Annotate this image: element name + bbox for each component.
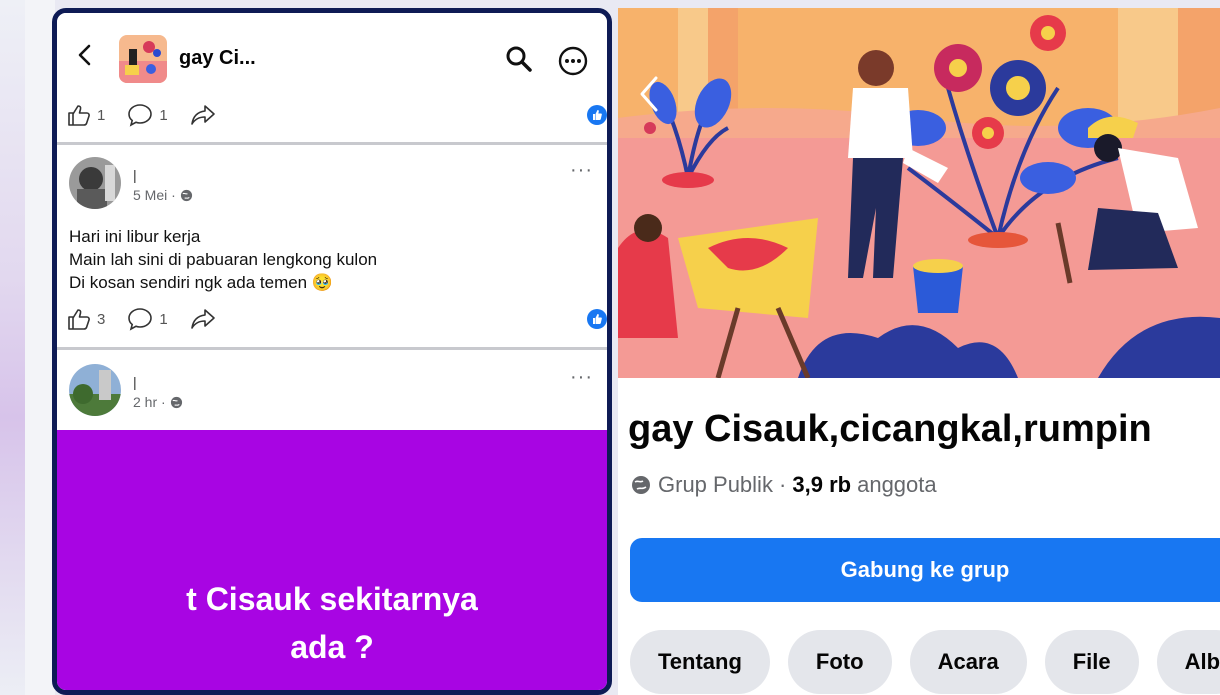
members-count: 3,9 rb	[792, 472, 852, 497]
share-icon	[190, 105, 215, 125]
group-header: gay Ci...	[57, 13, 607, 93]
right-group-panel: gay Cisauk,cicangkal,rumpin Grup Publik …	[618, 8, 1220, 695]
avatar[interactable]	[69, 157, 121, 209]
group-title: gay Ci...	[179, 47, 256, 69]
comment-count: 1	[159, 106, 168, 124]
post-meta: 2 hr ·	[133, 394, 183, 410]
search-icon[interactable]	[505, 45, 533, 73]
like-reaction-icon	[587, 105, 607, 125]
post-1-action-row: 3 1	[67, 301, 607, 337]
post-more-icon[interactable]: ···	[570, 366, 593, 389]
group-thumbnail[interactable]	[119, 35, 167, 83]
purple-text-post[interactable]: t Cisauk sekitarnya ada ?	[57, 430, 607, 690]
share-button[interactable]	[190, 308, 222, 330]
share-icon	[190, 309, 215, 329]
more-options-icon[interactable]	[557, 45, 589, 77]
globe-icon	[170, 396, 182, 408]
like-reaction-icon	[587, 309, 607, 329]
post-more-icon[interactable]: ···	[570, 159, 593, 182]
purple-line-2: ada ?	[290, 629, 374, 665]
comment-icon	[128, 308, 153, 331]
globe-icon	[180, 189, 192, 201]
author-name[interactable]: |	[133, 374, 137, 390]
post-text: Hari ini libur kerja Main lah sini di pa…	[69, 225, 377, 294]
thumbs-up-icon	[68, 309, 90, 330]
thumbs-up-icon	[68, 105, 90, 126]
like-button[interactable]: 1	[67, 104, 105, 126]
avatar[interactable]	[69, 364, 121, 416]
post-2: | 2 hr · ···	[57, 350, 607, 430]
like-count: 1	[97, 106, 106, 124]
cover-illustration	[618, 8, 1220, 378]
tab-albums[interactable]: Alb	[1156, 630, 1220, 694]
tab-about[interactable]: Tentang	[630, 630, 770, 694]
author-name[interactable]: |	[133, 167, 137, 183]
post-line: Di kosan sendiri ngk ada temen 🥹	[69, 273, 334, 292]
share-button[interactable]	[190, 104, 222, 126]
back-arrow-icon[interactable]	[75, 43, 95, 67]
comment-button[interactable]: 1	[127, 103, 168, 127]
tab-events[interactable]: Acara	[909, 630, 1027, 694]
group-tabs: Tentang Foto Acara File Alb	[630, 630, 1220, 694]
post-line: Main lah sini di pabuaran lengkong kulon	[69, 250, 378, 269]
comment-count: 1	[159, 310, 168, 328]
post-meta: 5 Mei ·	[133, 187, 193, 203]
post-1: | 5 Mei · ··· Hari ini libur kerja Main …	[57, 145, 607, 345]
cover-back-icon[interactable]	[634, 74, 664, 114]
top-action-row: 1 1	[67, 97, 607, 133]
group-info: Grup Publik · 3,9 rb anggota	[630, 472, 937, 498]
globe-icon	[632, 476, 650, 494]
comment-button[interactable]: 1	[127, 307, 168, 331]
join-group-button[interactable]: Gabung ke grup	[630, 538, 1220, 602]
like-button[interactable]: 3	[67, 308, 105, 330]
members-label: anggota	[857, 472, 937, 497]
tab-photos[interactable]: Foto	[787, 630, 892, 694]
left-phone-panel: gay Ci... 1 1 | 5 Mei · ··· Hari ini lib…	[52, 8, 612, 695]
purple-line-1: t Cisauk sekitarnya	[186, 581, 478, 617]
like-count: 3	[97, 310, 106, 328]
post-line: Hari ini libur kerja	[69, 227, 201, 246]
post-time: 2 hr ·	[133, 394, 166, 410]
background-strip	[25, 0, 55, 695]
post-time: 5 Mei ·	[133, 187, 176, 203]
tab-files[interactable]: File	[1044, 630, 1139, 694]
purple-post-text: t Cisauk sekitarnya ada ?	[57, 575, 607, 671]
comment-icon	[128, 104, 153, 127]
privacy-label: Grup Publik ·	[658, 472, 787, 497]
group-name: gay Cisauk,cicangkal,rumpin	[628, 408, 1152, 450]
